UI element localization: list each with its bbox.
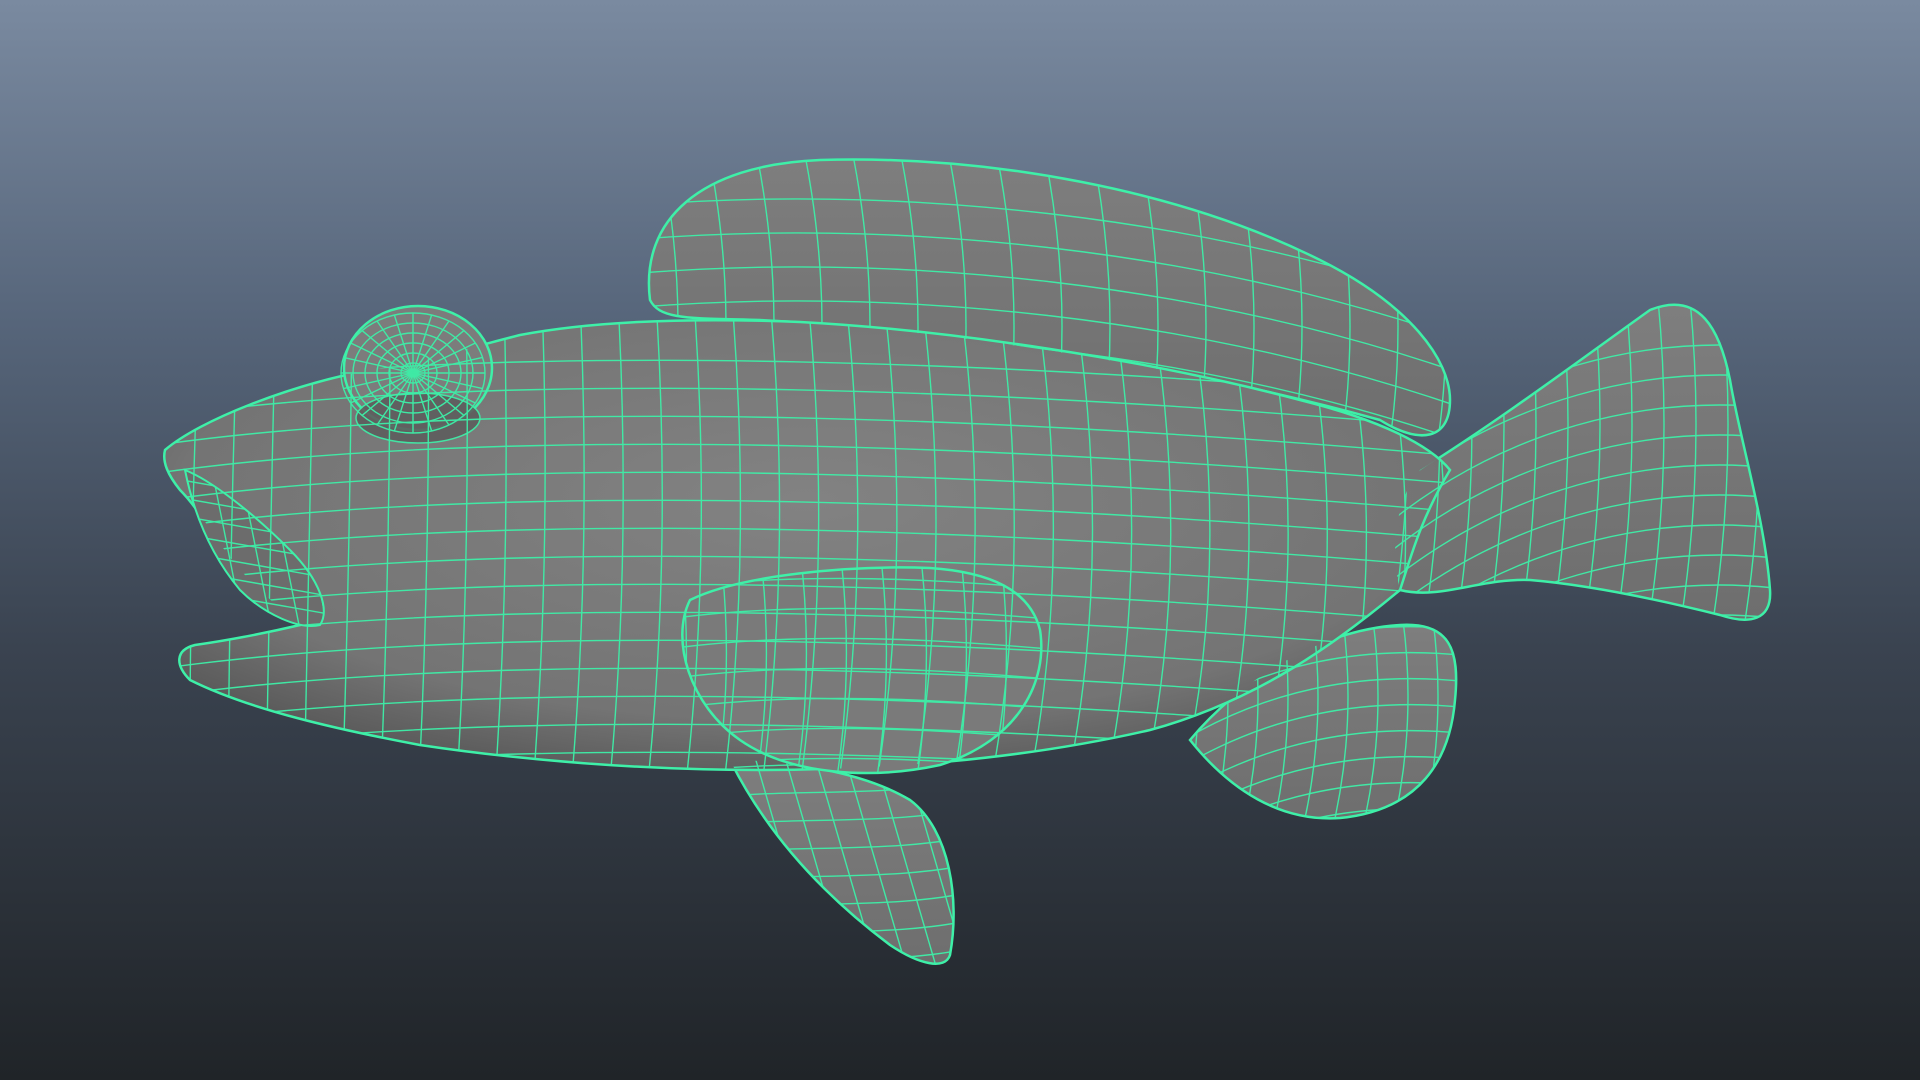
wire-edge — [960, 740, 1030, 980]
fish-model[interactable] — [0, 0, 1920, 1080]
eye-wireframe — [340, 312, 486, 434]
ventral-fin[interactable] — [727, 758, 955, 965]
wire-edge — [189, 320, 201, 770]
3d-viewport[interactable] — [0, 0, 1920, 1080]
tail-fin[interactable] — [1393, 303, 1772, 621]
